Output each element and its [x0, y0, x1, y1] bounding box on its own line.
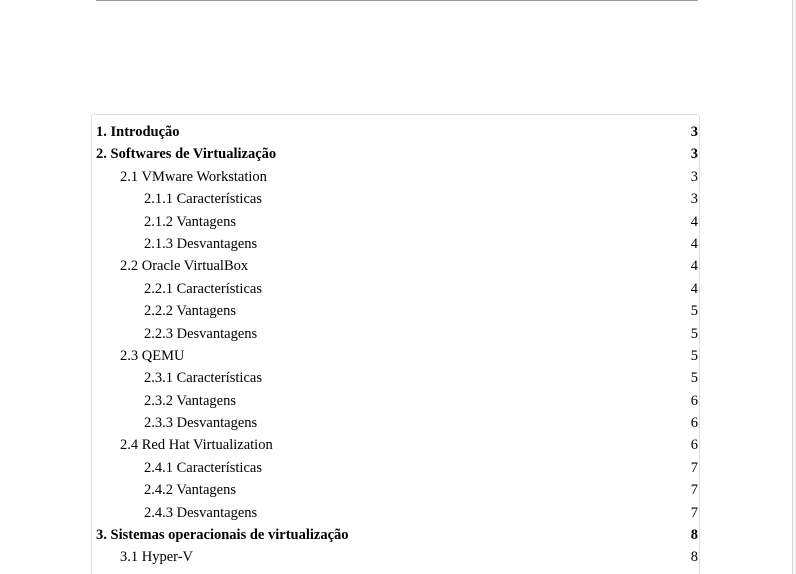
- toc-entry-hyper-v[interactable]: 3.1 Hyper-V 8: [96, 546, 698, 568]
- toc-entry-qemu-desvantagens[interactable]: 2.3.3 Desvantagens 6: [96, 412, 698, 434]
- toc-entry-title: 2.2 Oracle VirtualBox: [120, 258, 249, 275]
- toc-entry-page: 6: [690, 415, 698, 432]
- toc-entry-page: 7: [690, 504, 698, 521]
- toc-entry-page: 7: [690, 482, 698, 499]
- toc-entry-title: 2.1 VMware Workstation: [120, 168, 267, 185]
- toc-entry-title: 2.3 QEMU: [120, 347, 185, 364]
- toc-entry-vmware-desvantagens[interactable]: 2.1.3 Desvantagens 4: [96, 233, 698, 255]
- toc-entry-title: 2. Softwares de Virtualização: [96, 146, 277, 163]
- toc-entry-page: 5: [690, 303, 698, 320]
- toc-entry-page: 8: [690, 527, 698, 544]
- toc-entry-page: 4: [690, 213, 698, 230]
- toc-entry-page: 4: [690, 258, 698, 275]
- toc-entry-title: 3. Sistemas operacionais de virtualizaçã…: [96, 527, 349, 544]
- toc-entry-page: 5: [690, 325, 698, 342]
- toc-entry-title: 2.2.3 Desvantagens: [144, 325, 258, 342]
- toc-entry-redhat-vantagens[interactable]: 2.4.2 Vantagens 7: [96, 479, 698, 501]
- toc-entry-page: 4: [690, 280, 698, 297]
- toc-entry-title: 2.4.2 Vantagens: [144, 482, 236, 499]
- toc-entry-title: 2.3.1 Características: [144, 370, 262, 387]
- toc-entry-title: 2.4 Red Hat Virtualization: [120, 437, 273, 454]
- toc-entry-title: 1. Introdução: [96, 124, 180, 140]
- toc-entry-page: 6: [690, 437, 698, 454]
- document-viewport: 1. Introdução 3 2. Softwares de Virtuali…: [0, 0, 796, 574]
- toc-entry-page: 6: [690, 392, 698, 409]
- toc-entry-qemu[interactable]: 2.3 QEMU 5: [96, 345, 698, 367]
- toc-entry-vmware-vantagens[interactable]: 2.1.2 Vantagens 4: [96, 211, 698, 233]
- toc-entry-page: 5: [690, 347, 698, 364]
- toc-entry-title: 2.3.3 Desvantagens: [144, 415, 258, 432]
- scrollbar-track[interactable]: [792, 0, 796, 574]
- toc-entry-virtualbox-caracteristicas[interactable]: 2.2.1 Características 4: [96, 278, 698, 300]
- toc-entry-title: 2.1.1 Características: [144, 191, 262, 208]
- toc-entry-title: 2.1.3 Desvantagens: [144, 235, 258, 252]
- toc-entry-virtualbox-vantagens[interactable]: 2.2.2 Vantagens 5: [96, 300, 698, 322]
- toc-entry-title: 2.3.2 Vantagens: [144, 392, 236, 409]
- toc-entry-vmware-workstation[interactable]: 2.1 VMware Workstation 3: [96, 166, 698, 188]
- toc-entry-qemu-vantagens[interactable]: 2.3.2 Vantagens 6: [96, 390, 698, 412]
- toc-entry-qemu-caracteristicas[interactable]: 2.3.1 Características 5: [96, 367, 698, 389]
- toc-entry-page: 4: [690, 235, 698, 252]
- toc-entry-title: 3.1 Hyper-V: [120, 549, 193, 566]
- toc-entry-oracle-virtualbox[interactable]: 2.2 Oracle VirtualBox 4: [96, 255, 698, 277]
- table-of-contents: 1. Introdução 3 2. Softwares de Virtuali…: [96, 121, 698, 569]
- toc-entry-title: 2.4.1 Características: [144, 459, 262, 476]
- toc-entry-page: 5: [690, 370, 698, 387]
- toc-entry-sistemas-operacionais[interactable]: 3. Sistemas operacionais de virtualizaçã…: [96, 524, 698, 546]
- toc-entry-page: 3: [690, 168, 698, 185]
- toc-entry-title: 2.1.2 Vantagens: [144, 213, 236, 230]
- toc-entry-title: 2.2.2 Vantagens: [144, 303, 236, 320]
- toc-entry-title: 2.2.1 Características: [144, 280, 262, 297]
- toc-entry-softwares-de-virtualizacao[interactable]: 2. Softwares de Virtualização 3: [96, 143, 698, 165]
- toc-entry-virtualbox-desvantagens[interactable]: 2.2.3 Desvantagens 5: [96, 323, 698, 345]
- toc-entry-page: 3: [690, 146, 698, 163]
- toc-entry-title: 2.4.3 Desvantagens: [144, 504, 258, 521]
- page-top-border: [96, 0, 698, 1]
- toc-entry-page: 8: [690, 549, 698, 566]
- toc-entry-red-hat-virtualization[interactable]: 2.4 Red Hat Virtualization 6: [96, 434, 698, 456]
- toc-entry-vmware-caracteristicas[interactable]: 2.1.1 Características 3: [96, 188, 698, 210]
- toc-entry-page: 3: [690, 124, 698, 140]
- toc-entry-introducao[interactable]: 1. Introdução 3: [96, 121, 698, 143]
- toc-entry-redhat-desvantagens[interactable]: 2.4.3 Desvantagens 7: [96, 502, 698, 524]
- toc-entry-redhat-caracteristicas[interactable]: 2.4.1 Características 7: [96, 457, 698, 479]
- toc-entry-page: 7: [690, 459, 698, 476]
- toc-entry-page: 3: [690, 191, 698, 208]
